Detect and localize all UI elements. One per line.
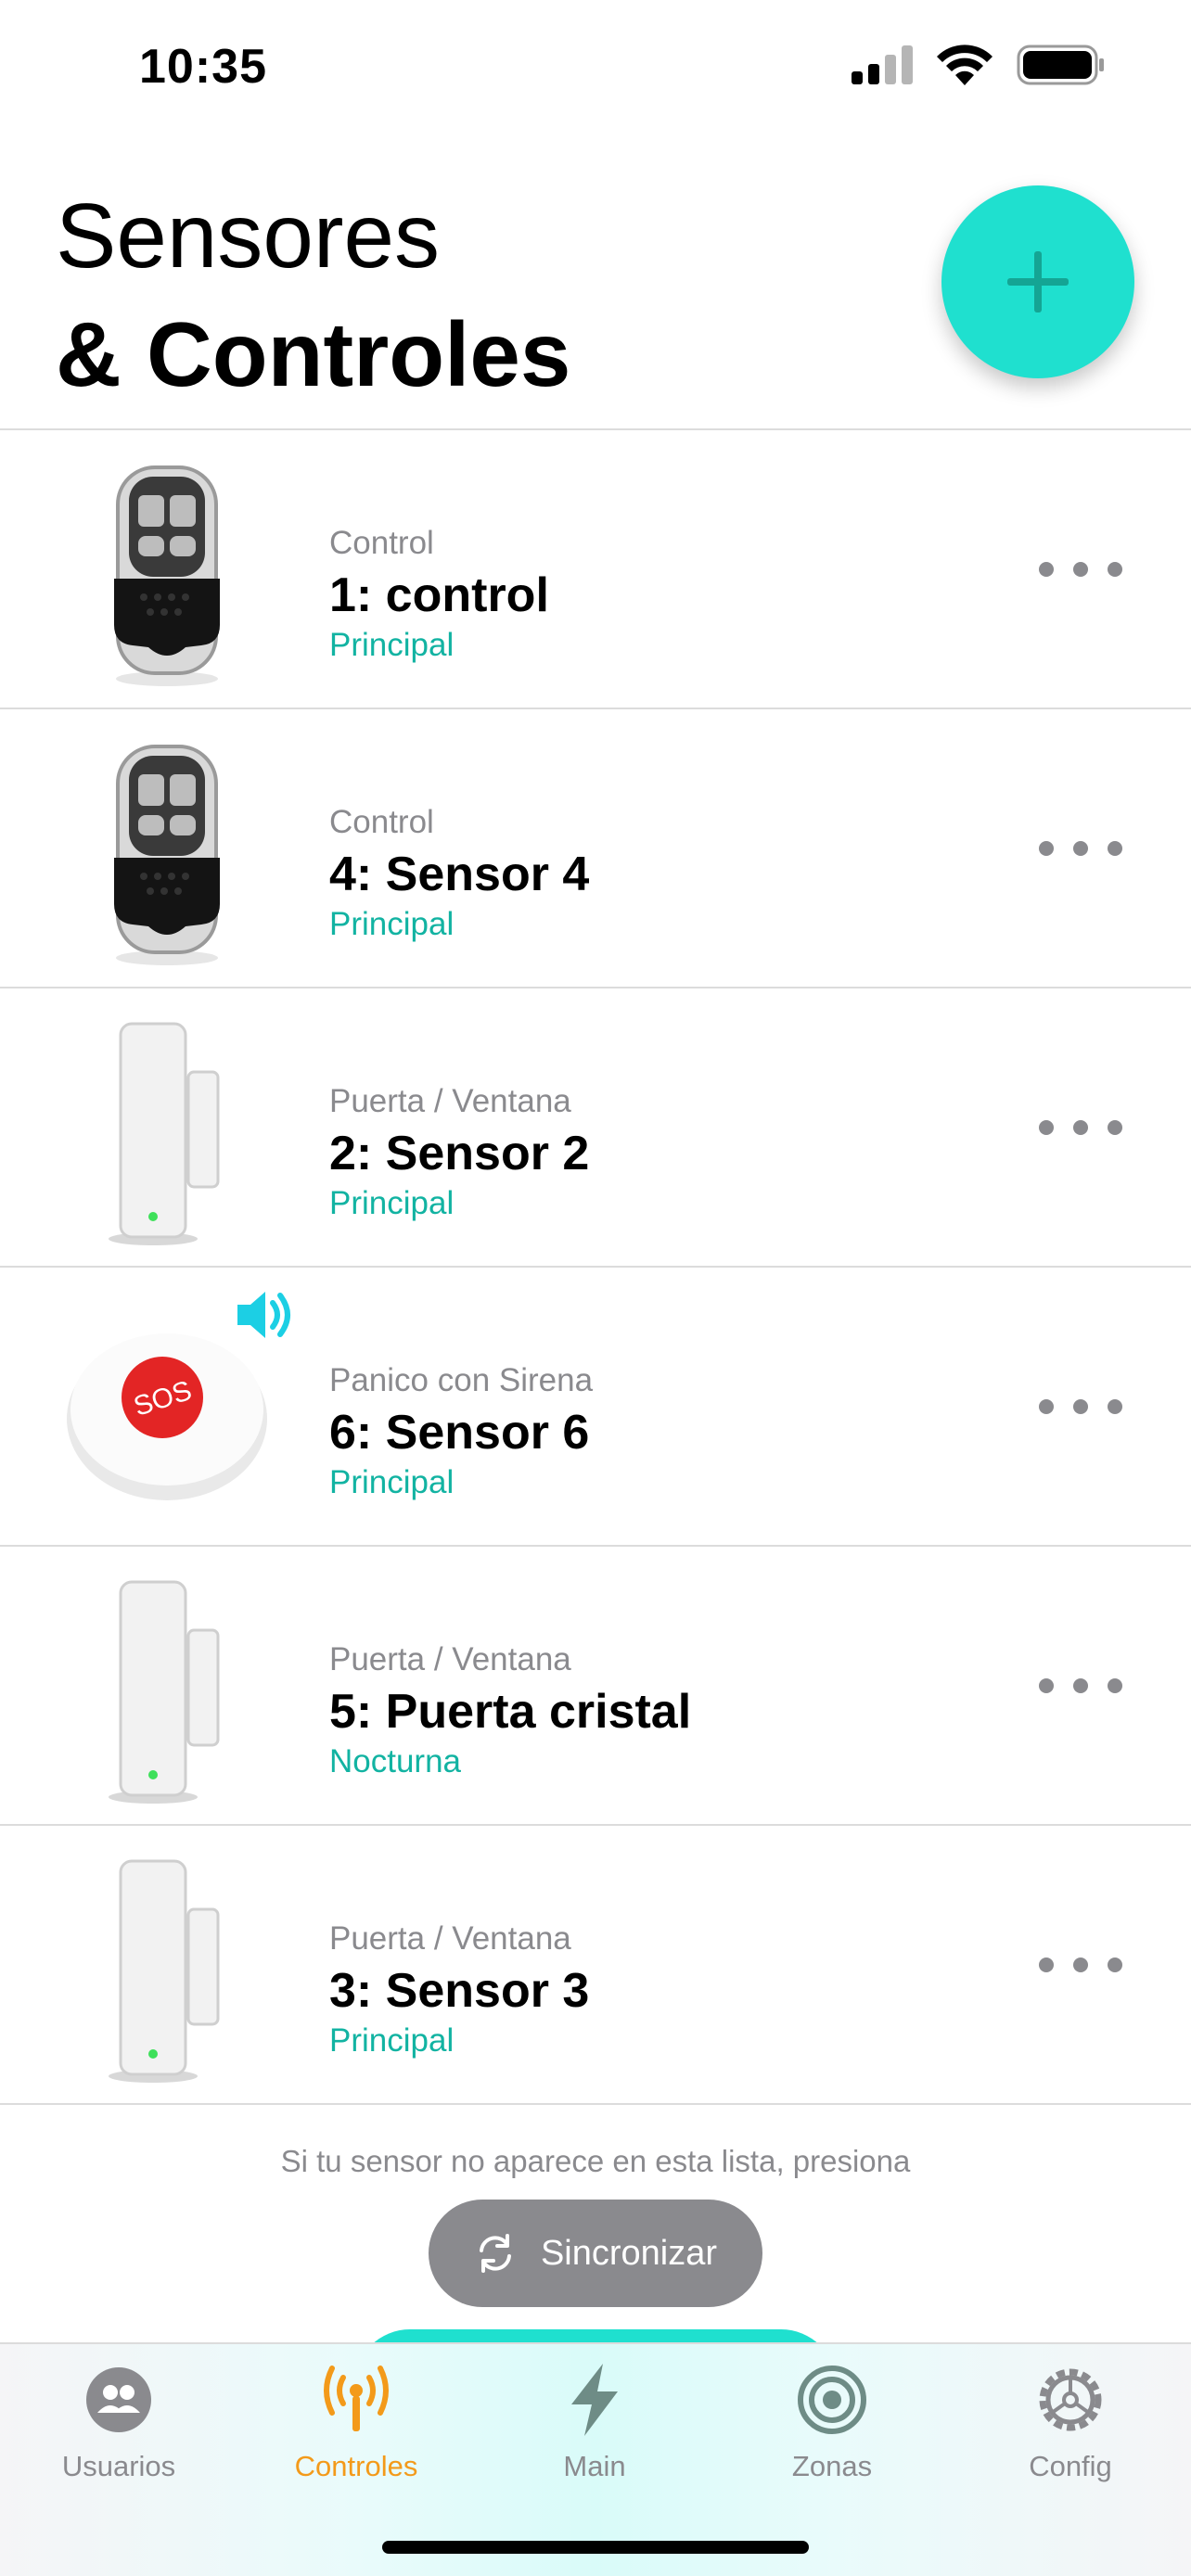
- sensor-mode: Principal: [329, 627, 455, 663]
- sensor-mode: Principal: [329, 1464, 455, 1500]
- dot-icon: [1108, 841, 1122, 856]
- status-time: 10:35: [139, 40, 267, 94]
- dot-icon: [1039, 1958, 1054, 1972]
- sensor-name: 4: Sensor 4: [329, 848, 590, 901]
- lightning-icon: [571, 2364, 618, 2436]
- sync-label: Sincronizar: [540, 2233, 718, 2273]
- page-title-line2: & Controles: [56, 303, 571, 405]
- more-options-button[interactable]: [1039, 1649, 1122, 1723]
- dot-icon: [1073, 1678, 1088, 1693]
- sync-button[interactable]: Sincronizar: [429, 2200, 762, 2307]
- dot-icon: [1039, 841, 1054, 856]
- tab-usuarios[interactable]: Usuarios: [26, 2363, 211, 2502]
- tab-config[interactable]: Config: [978, 2363, 1163, 2502]
- sensor-row[interactable]: Control 4: Sensor 4 Principal: [0, 709, 1191, 988]
- page-title-line1: Sensores: [56, 185, 441, 287]
- speaker-icon: [237, 1292, 290, 1338]
- dot-icon: [1108, 1958, 1122, 1972]
- dot-icon: [1039, 562, 1054, 577]
- status-bar: 10:35: [0, 0, 1191, 139]
- tab-label: Controles: [294, 2450, 418, 2482]
- key-fob-remote-icon: [46, 728, 288, 969]
- battery-icon: [1017, 45, 1104, 85]
- sensor-row[interactable]: Puerta / Ventana 5: Puerta cristal Noctu…: [0, 1547, 1191, 1826]
- sensor-mode: Principal: [329, 906, 455, 942]
- dot-icon: [1108, 1678, 1122, 1693]
- home-indicator: [382, 2541, 809, 2554]
- sensor-mode: Nocturna: [329, 1743, 462, 1779]
- dot-icon: [1073, 1958, 1088, 1972]
- tab-label: Main: [563, 2450, 626, 2482]
- dot-icon: [1108, 1399, 1122, 1414]
- signal-icon: [852, 45, 913, 84]
- sensor-type: Puerta / Ventana: [329, 1920, 571, 1957]
- status-icons: [852, 45, 1106, 85]
- more-options-button[interactable]: [1039, 532, 1122, 606]
- sensor-type: Panico con Sirena: [329, 1362, 594, 1398]
- add-sensor-button[interactable]: [941, 185, 1134, 378]
- sync-icon: [479, 2234, 511, 2273]
- target-icon: [798, 2366, 866, 2434]
- sensor-type: Puerta / Ventana: [329, 1083, 571, 1119]
- sensor-list: Control 1: control Principal Control 4: …: [0, 428, 1191, 2105]
- tab-zonas[interactable]: Zonas: [739, 2363, 925, 2502]
- dot-icon: [1073, 841, 1088, 856]
- sensor-name: 1: control: [329, 568, 549, 622]
- more-options-button[interactable]: [1039, 1370, 1122, 1444]
- dot-icon: [1073, 562, 1088, 577]
- sync-hint: Si tu sensor no aparece en esta lista, p…: [280, 2144, 911, 2178]
- tab-label: Zonas: [791, 2450, 873, 2482]
- sensor-name: 2: Sensor 2: [329, 1127, 590, 1180]
- gear-icon: [1039, 2368, 1102, 2431]
- dot-icon: [1108, 1120, 1122, 1135]
- dot-icon: [1073, 1120, 1088, 1135]
- door-window-sensor-icon: [46, 1565, 288, 1806]
- dot-icon: [1039, 1678, 1054, 1693]
- dot-icon: [1039, 1120, 1054, 1135]
- sensor-row[interactable]: SOS Panico con Sirena 6: Sensor 6 Princi…: [0, 1268, 1191, 1547]
- plus-icon: [1007, 251, 1069, 312]
- more-options-button[interactable]: [1039, 1090, 1122, 1165]
- door-window-sensor-icon: [46, 1007, 288, 1248]
- sensor-mode: Principal: [329, 1185, 455, 1221]
- sensor-type: Control: [329, 525, 434, 561]
- antenna-icon: [324, 2366, 389, 2431]
- tab-label: Usuarios: [61, 2450, 176, 2482]
- sensor-name: 3: Sensor 3: [329, 1964, 590, 2018]
- door-window-sensor-icon: [46, 1844, 288, 2085]
- more-options-button[interactable]: [1039, 1928, 1122, 2002]
- sensor-type: Puerta / Ventana: [329, 1641, 571, 1677]
- dot-icon: [1039, 1399, 1054, 1414]
- sensor-row[interactable]: Puerta / Ventana 2: Sensor 2 Principal: [0, 988, 1191, 1268]
- key-fob-remote-icon: [46, 449, 288, 690]
- tab-label: Config: [1029, 2450, 1112, 2482]
- sensor-row[interactable]: Control 1: control Principal: [0, 430, 1191, 709]
- sensor-name: 6: Sensor 6: [329, 1406, 590, 1460]
- more-options-button[interactable]: [1039, 811, 1122, 886]
- sensor-type: Control: [329, 804, 434, 840]
- sensor-row[interactable]: Puerta / Ventana 3: Sensor 3 Principal: [0, 1826, 1191, 2105]
- sensor-name: 5: Puerta cristal: [329, 1685, 692, 1739]
- users-icon: [86, 2367, 151, 2432]
- tab-controles[interactable]: Controles: [263, 2363, 449, 2502]
- dot-icon: [1108, 562, 1122, 577]
- dot-icon: [1073, 1399, 1088, 1414]
- tab-main[interactable]: Main: [502, 2363, 687, 2502]
- wifi-icon: [937, 45, 992, 85]
- page-title: Sensores & Controles: [56, 176, 570, 414]
- sensor-mode: Principal: [329, 2022, 455, 2059]
